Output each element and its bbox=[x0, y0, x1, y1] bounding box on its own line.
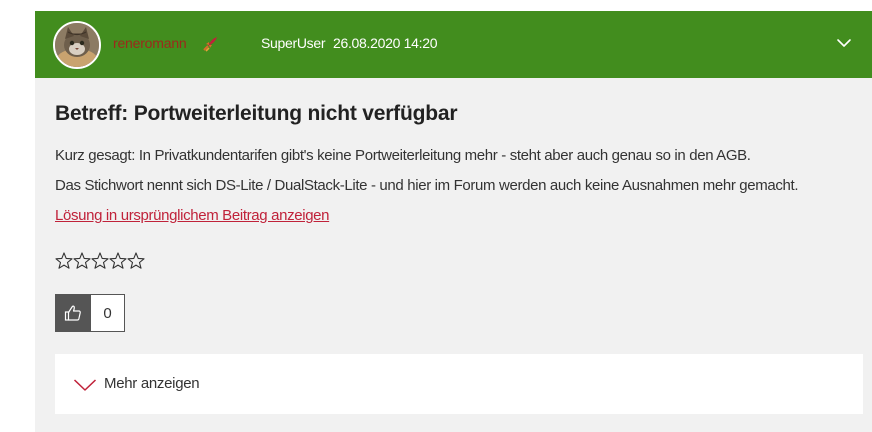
post-timestamp: 26.08.2020 14:20 bbox=[333, 35, 438, 51]
show-more-button[interactable]: Mehr anzeigen bbox=[55, 354, 863, 414]
avatar[interactable] bbox=[53, 21, 101, 69]
thumbs-up-icon bbox=[64, 305, 81, 321]
star-outline-icon[interactable] bbox=[109, 251, 127, 271]
kudos-button[interactable] bbox=[55, 294, 91, 332]
post-header: reneromann SuperUser 26.08.2020 14:20 bbox=[35, 11, 872, 78]
username-link[interactable]: reneromann bbox=[113, 35, 187, 51]
star-outline-icon[interactable] bbox=[91, 251, 109, 271]
show-more-label: Mehr anzeigen bbox=[104, 375, 200, 392]
kudos-count: 0 bbox=[91, 294, 125, 332]
chevron-down-icon bbox=[73, 379, 97, 391]
post-subject: Betreff: Portweiterleitung nicht verfügb… bbox=[55, 102, 458, 125]
rocket-icon bbox=[203, 37, 217, 52]
post-body-line: Das Stichwort nennt sich DS-Lite / DualS… bbox=[55, 177, 799, 194]
kudos-widget: 0 bbox=[55, 294, 125, 332]
star-outline-icon[interactable] bbox=[55, 251, 73, 271]
forum-post: reneromann SuperUser 26.08.2020 14:20 Be… bbox=[35, 11, 872, 432]
post-body-line: Kurz gesagt: In Privatkundentarifen gibt… bbox=[55, 147, 751, 164]
cat-avatar-icon bbox=[55, 23, 99, 67]
solution-link[interactable]: Lösung in ursprünglichem Beitrag anzeige… bbox=[55, 207, 330, 224]
user-role-badge: SuperUser bbox=[261, 35, 326, 51]
star-outline-icon[interactable] bbox=[73, 251, 91, 271]
star-outline-icon[interactable] bbox=[127, 251, 145, 271]
chevron-down-icon[interactable] bbox=[830, 31, 858, 55]
star-rating bbox=[55, 251, 145, 273]
